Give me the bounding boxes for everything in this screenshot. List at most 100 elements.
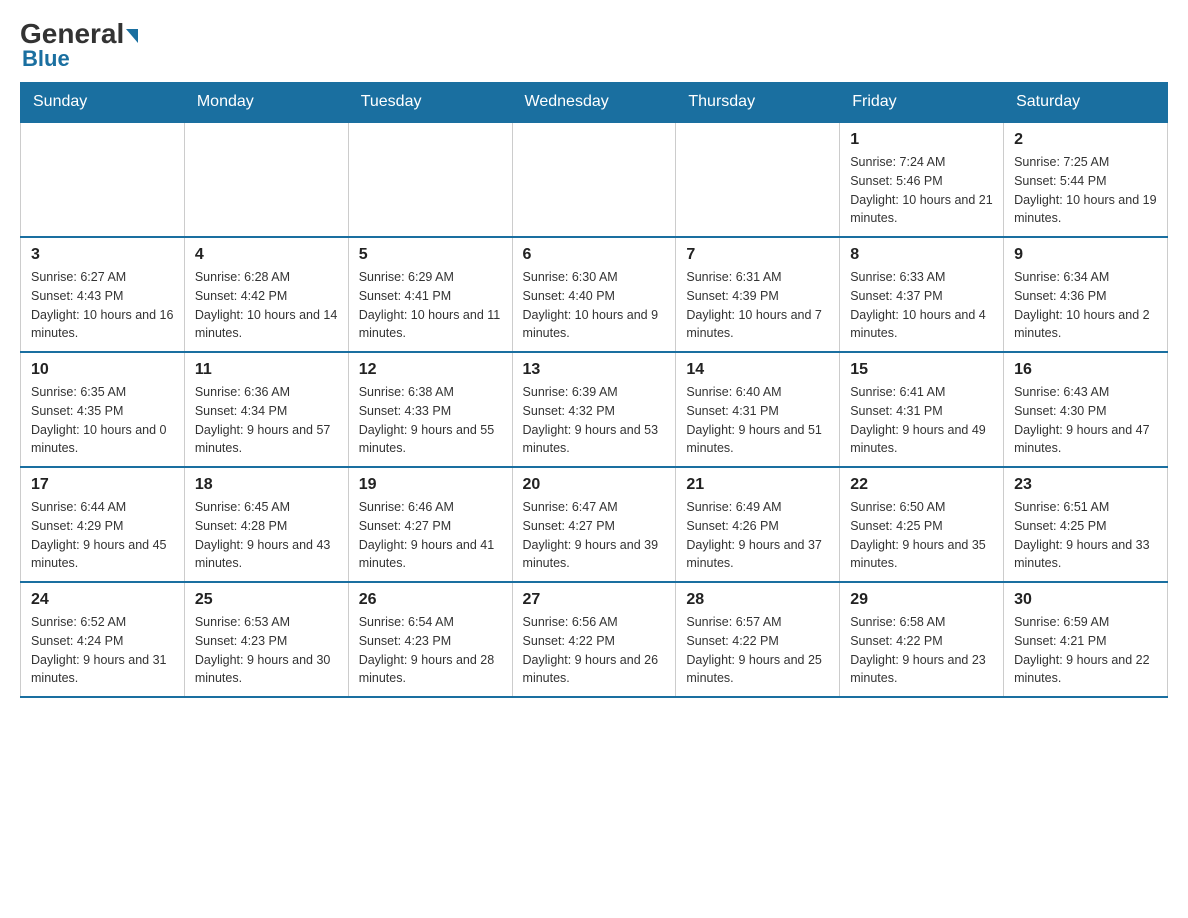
day-of-week-header: Sunday	[21, 83, 185, 123]
day-number: 18	[195, 476, 338, 494]
calendar-cell	[348, 122, 512, 237]
sun-info: Sunrise: 6:40 AMSunset: 4:31 PMDaylight:…	[686, 383, 829, 458]
day-number: 23	[1014, 476, 1157, 494]
day-number: 6	[523, 246, 666, 264]
calendar-week-row: 3 Sunrise: 6:27 AMSunset: 4:43 PMDaylight…	[21, 237, 1168, 352]
calendar-table: SundayMondayTuesdayWednesdayThursdayFrid…	[20, 82, 1168, 698]
calendar-cell: 3 Sunrise: 6:27 AMSunset: 4:43 PMDaylight…	[21, 237, 185, 352]
calendar-cell: 8 Sunrise: 6:33 AMSunset: 4:37 PMDaylight…	[840, 237, 1004, 352]
sun-info: Sunrise: 6:47 AMSunset: 4:27 PMDaylight:…	[523, 498, 666, 573]
calendar-week-row: 10Sunrise: 6:35 AMSunset: 4:35 PMDayligh…	[21, 352, 1168, 467]
sun-info: Sunrise: 6:44 AMSunset: 4:29 PMDaylight:…	[31, 498, 174, 573]
day-of-week-header: Wednesday	[512, 83, 676, 123]
calendar-cell: 13 Sunrise: 6:39 AMSunset: 4:32 PMDayligh…	[512, 352, 676, 467]
day-of-week-header: Tuesday	[348, 83, 512, 123]
calendar-cell: 11Sunrise: 6:36 AMSunset: 4:34 PMDayligh…	[184, 352, 348, 467]
calendar-cell: 5Sunrise: 6:29 AMSunset: 4:41 PMDaylight…	[348, 237, 512, 352]
logo-triangle-icon	[126, 29, 138, 43]
day-number: 27	[523, 591, 666, 609]
calendar-cell: 24Sunrise: 6:52 AMSunset: 4:24 PMDayligh…	[21, 582, 185, 697]
calendar-cell: 23 Sunrise: 6:51 AMSunset: 4:25 PMDayligh…	[1004, 467, 1168, 582]
day-number: 30	[1014, 591, 1157, 609]
day-number: 20	[523, 476, 666, 494]
day-number: 14	[686, 361, 829, 379]
sun-info: Sunrise: 6:33 AMSunset: 4:37 PMDaylight:…	[850, 268, 993, 343]
calendar-week-row: 24Sunrise: 6:52 AMSunset: 4:24 PMDayligh…	[21, 582, 1168, 697]
day-number: 19	[359, 476, 502, 494]
day-number: 25	[195, 591, 338, 609]
day-of-week-header: Thursday	[676, 83, 840, 123]
calendar-cell: 18 Sunrise: 6:45 AMSunset: 4:28 PMDayligh…	[184, 467, 348, 582]
calendar-cell: 12Sunrise: 6:38 AMSunset: 4:33 PMDayligh…	[348, 352, 512, 467]
calendar-cell: 1 Sunrise: 7:24 AMSunset: 5:46 PMDaylight…	[840, 122, 1004, 237]
calendar-cell: 26Sunrise: 6:54 AMSunset: 4:23 PMDayligh…	[348, 582, 512, 697]
sun-info: Sunrise: 6:29 AMSunset: 4:41 PMDaylight:…	[359, 268, 502, 343]
logo-blue: Blue	[22, 46, 70, 72]
calendar-cell: 17 Sunrise: 6:44 AMSunset: 4:29 PMDayligh…	[21, 467, 185, 582]
logo: General Blue	[20, 20, 138, 72]
sun-info: Sunrise: 6:49 AMSunset: 4:26 PMDaylight:…	[686, 498, 829, 573]
logo-general: General	[20, 20, 138, 48]
calendar-cell	[184, 122, 348, 237]
day-number: 2	[1014, 131, 1157, 149]
calendar-cell	[21, 122, 185, 237]
day-of-week-header: Friday	[840, 83, 1004, 123]
sun-info: Sunrise: 7:24 AMSunset: 5:46 PMDaylight:…	[850, 153, 993, 228]
sun-info: Sunrise: 7:25 AMSunset: 5:44 PMDaylight:…	[1014, 153, 1157, 228]
sun-info: Sunrise: 6:39 AMSunset: 4:32 PMDaylight:…	[523, 383, 666, 458]
calendar-cell: 2 Sunrise: 7:25 AMSunset: 5:44 PMDaylight…	[1004, 122, 1168, 237]
calendar-header-row: SundayMondayTuesdayWednesdayThursdayFrid…	[21, 83, 1168, 123]
calendar-week-row: 17 Sunrise: 6:44 AMSunset: 4:29 PMDayligh…	[21, 467, 1168, 582]
sun-info: Sunrise: 6:35 AMSunset: 4:35 PMDaylight:…	[31, 383, 174, 458]
day-of-week-header: Monday	[184, 83, 348, 123]
day-number: 13	[523, 361, 666, 379]
calendar-cell: 25Sunrise: 6:53 AMSunset: 4:23 PMDayligh…	[184, 582, 348, 697]
sun-info: Sunrise: 6:54 AMSunset: 4:23 PMDaylight:…	[359, 613, 502, 688]
calendar-cell: 19 Sunrise: 6:46 AMSunset: 4:27 PMDayligh…	[348, 467, 512, 582]
day-of-week-header: Saturday	[1004, 83, 1168, 123]
calendar-cell	[676, 122, 840, 237]
day-number: 15	[850, 361, 993, 379]
calendar-cell: 4 Sunrise: 6:28 AMSunset: 4:42 PMDaylight…	[184, 237, 348, 352]
calendar-cell: 16 Sunrise: 6:43 AMSunset: 4:30 PMDayligh…	[1004, 352, 1168, 467]
calendar-cell: 28 Sunrise: 6:57 AMSunset: 4:22 PMDayligh…	[676, 582, 840, 697]
sun-info: Sunrise: 6:27 AMSunset: 4:43 PMDaylight:…	[31, 268, 174, 343]
sun-info: Sunrise: 6:28 AMSunset: 4:42 PMDaylight:…	[195, 268, 338, 343]
day-number: 1	[850, 131, 993, 149]
day-number: 28	[686, 591, 829, 609]
day-number: 11	[195, 361, 338, 379]
calendar-cell: 6Sunrise: 6:30 AMSunset: 4:40 PMDaylight…	[512, 237, 676, 352]
calendar-cell: 7 Sunrise: 6:31 AMSunset: 4:39 PMDaylight…	[676, 237, 840, 352]
calendar-cell: 29 Sunrise: 6:58 AMSunset: 4:22 PMDayligh…	[840, 582, 1004, 697]
sun-info: Sunrise: 6:59 AMSunset: 4:21 PMDaylight:…	[1014, 613, 1157, 688]
day-number: 9	[1014, 246, 1157, 264]
calendar-cell: 27Sunrise: 6:56 AMSunset: 4:22 PMDayligh…	[512, 582, 676, 697]
sun-info: Sunrise: 6:43 AMSunset: 4:30 PMDaylight:…	[1014, 383, 1157, 458]
day-number: 17	[31, 476, 174, 494]
calendar-cell: 21 Sunrise: 6:49 AMSunset: 4:26 PMDayligh…	[676, 467, 840, 582]
calendar-cell: 10Sunrise: 6:35 AMSunset: 4:35 PMDayligh…	[21, 352, 185, 467]
day-number: 21	[686, 476, 829, 494]
day-number: 8	[850, 246, 993, 264]
calendar-cell	[512, 122, 676, 237]
sun-info: Sunrise: 6:57 AMSunset: 4:22 PMDaylight:…	[686, 613, 829, 688]
day-number: 22	[850, 476, 993, 494]
sun-info: Sunrise: 6:34 AMSunset: 4:36 PMDaylight:…	[1014, 268, 1157, 343]
sun-info: Sunrise: 6:51 AMSunset: 4:25 PMDaylight:…	[1014, 498, 1157, 573]
day-number: 16	[1014, 361, 1157, 379]
calendar-cell: 20 Sunrise: 6:47 AMSunset: 4:27 PMDayligh…	[512, 467, 676, 582]
sun-info: Sunrise: 6:31 AMSunset: 4:39 PMDaylight:…	[686, 268, 829, 343]
sun-info: Sunrise: 6:46 AMSunset: 4:27 PMDaylight:…	[359, 498, 502, 573]
sun-info: Sunrise: 6:50 AMSunset: 4:25 PMDaylight:…	[850, 498, 993, 573]
calendar-cell: 9 Sunrise: 6:34 AMSunset: 4:36 PMDaylight…	[1004, 237, 1168, 352]
sun-info: Sunrise: 6:58 AMSunset: 4:22 PMDaylight:…	[850, 613, 993, 688]
calendar-cell: 14 Sunrise: 6:40 AMSunset: 4:31 PMDayligh…	[676, 352, 840, 467]
day-number: 3	[31, 246, 174, 264]
day-number: 29	[850, 591, 993, 609]
calendar-cell: 30 Sunrise: 6:59 AMSunset: 4:21 PMDayligh…	[1004, 582, 1168, 697]
sun-info: Sunrise: 6:38 AMSunset: 4:33 PMDaylight:…	[359, 383, 502, 458]
sun-info: Sunrise: 6:45 AMSunset: 4:28 PMDaylight:…	[195, 498, 338, 573]
day-number: 4	[195, 246, 338, 264]
calendar-week-row: 1 Sunrise: 7:24 AMSunset: 5:46 PMDaylight…	[21, 122, 1168, 237]
day-number: 7	[686, 246, 829, 264]
